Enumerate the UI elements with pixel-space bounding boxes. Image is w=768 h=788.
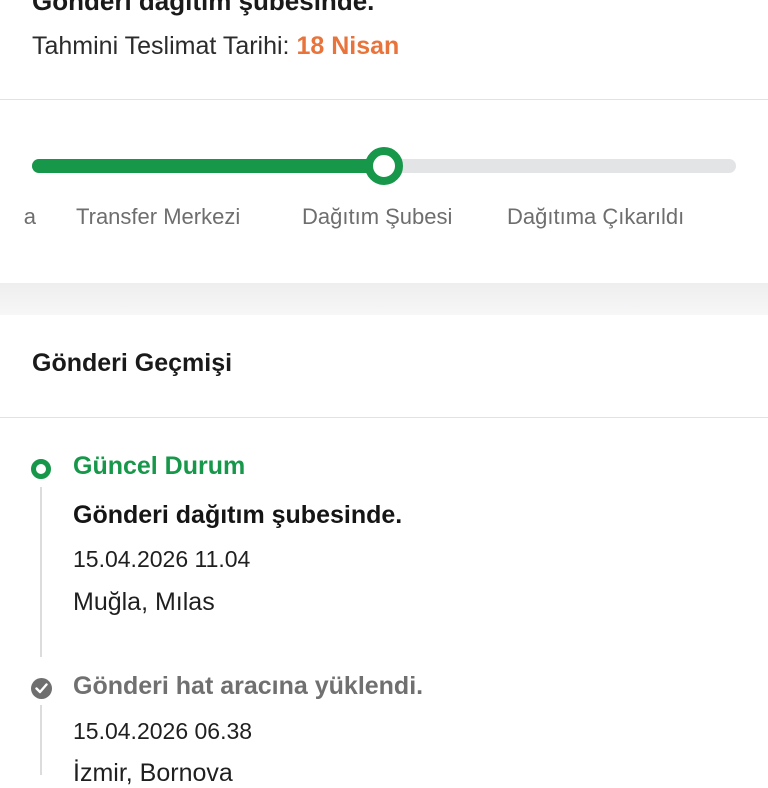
stage-label-distribution-branch: Dağıtım Şubesi (302, 204, 453, 229)
event-description: Gönderi dağıtım şubesinde. (73, 501, 403, 529)
event-location: Muğla, Mılas (73, 588, 215, 616)
stage-label-previous: a (23, 204, 36, 229)
stage-label-transfer-center: Transfer Merkezi (76, 204, 241, 229)
eta-label: Tahmini Teslimat Tarihi: (32, 32, 290, 60)
progress-current-marker (365, 147, 403, 185)
timeline-line (40, 487, 42, 657)
event-status-label: Güncel Durum (73, 452, 246, 480)
event-location: İzmir, Bornova (73, 759, 233, 787)
current-status-ring-icon (31, 459, 51, 479)
eta-date: 18 Nisan (296, 32, 400, 60)
event-description: Gönderi hat aracına yüklendi. (73, 672, 424, 700)
delivery-progress-card: a Transfer Merkezi Dağıtım Şubesi Dağıtı… (0, 100, 768, 283)
event-datetime: 15.04.2026 11.04 (73, 546, 251, 572)
shipment-summary-card: Gönderi dağıtım şubesinde. Tahmini Tesli… (0, 0, 768, 99)
shipment-history-card: Gönderi Geçmişi Güncel Durum Gönderi dağ… (0, 315, 768, 787)
timeline-line (40, 705, 42, 775)
event-datetime: 15.04.2026 06.38 (73, 718, 253, 744)
check-circle-icon (31, 678, 52, 699)
shipment-status-title: Gönderi dağıtım şubesinde. (32, 0, 375, 16)
progress-fill (32, 159, 384, 173)
stage-label-out-for-delivery: Dağıtıma Çıkarıldı (507, 204, 685, 229)
history-title: Gönderi Geçmişi (32, 349, 233, 377)
estimated-delivery: Tahmini Teslimat Tarihi: 18 Nisan (32, 32, 399, 61)
section-separator (0, 283, 768, 315)
history-divider (0, 417, 768, 418)
